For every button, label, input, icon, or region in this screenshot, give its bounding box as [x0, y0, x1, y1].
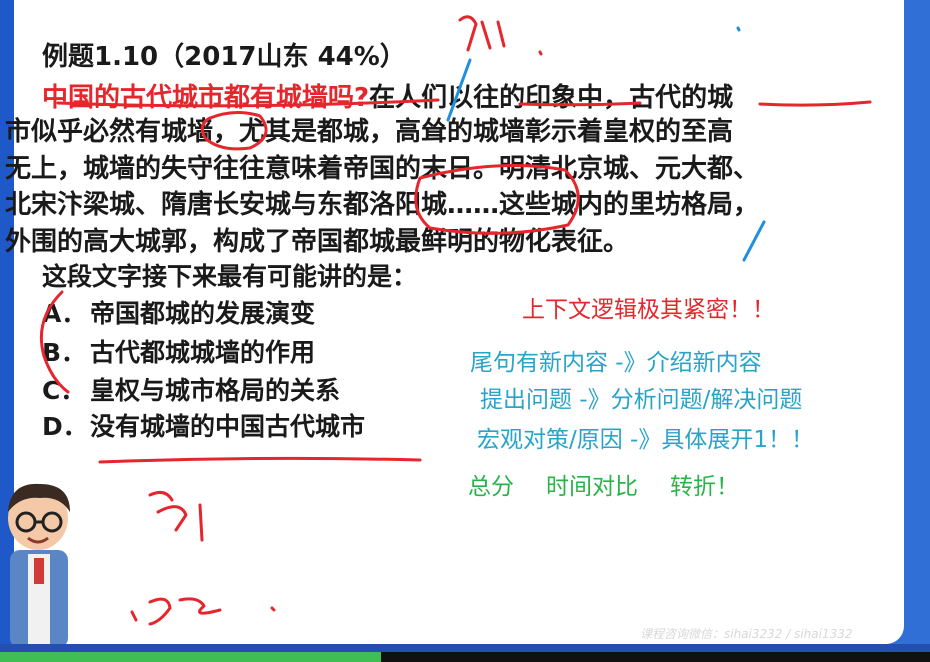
option-c-letter: C． [42, 376, 86, 405]
note-total-part: 总分 [468, 474, 514, 500]
option-a-letter: A． [42, 299, 87, 328]
passage-question: 中国的古代城市都有城墙吗? [42, 83, 370, 113]
passage-line-5: 外围的高大城郭，构成了帝国都城最鲜明的物化表征。 [5, 227, 630, 257]
note-time-compare: 时间对比 [546, 474, 638, 500]
option-d-text: 没有城墙的中国古代城市 [90, 412, 366, 441]
teacher-avatar [8, 483, 70, 648]
note-turn: 转折！ [670, 474, 739, 500]
note-problem-analysis: 提出问题 -》分析问题/解决问题 [480, 387, 803, 413]
option-d-letter: D． [42, 412, 88, 441]
note-logic-tight: 上下文逻辑极其紧密！！ [522, 297, 775, 323]
question-prompt: 这段文字接下来最有可能讲的是： [42, 262, 418, 291]
option-b[interactable]: B． 古代都城城墙的作用 [42, 333, 315, 369]
passage-line-1-rest: 在人们以往的印象中，古代的城 [369, 83, 734, 113]
passage-line-4: 北宋汴梁城、隋唐长安城与东都洛阳城……这些城内的里坊格局， [5, 190, 760, 220]
option-d[interactable]: D．没有城墙的中国古代城市 [42, 407, 365, 443]
passage-line-2: 市似乎必然有城墙，尤其是都城，高耸的城墙彰示着皇权的至高 [5, 117, 734, 147]
option-c[interactable]: C． 皇权与城市格局的关系 [42, 371, 340, 407]
note-new-content: 尾句有新内容 -》介绍新内容 [470, 350, 762, 376]
note-structure-types: 总分 时间对比 转折！ [468, 467, 771, 501]
question-title: 例题1.10（2017山东 44%） [42, 42, 406, 72]
video-progress-fill [0, 652, 382, 662]
option-c-text: 皇权与城市格局的关系 [90, 376, 341, 405]
option-a[interactable]: A． 帝国都城的发展演变 [42, 294, 315, 330]
passage-line-3: 无上，城墙的失守往往意味着帝国的末日。明清北京城、元大都、 [5, 154, 760, 184]
option-b-letter: B． [42, 338, 87, 367]
note-macro-specific: 宏观对策/原因 -》具体展开1！！ [477, 427, 814, 453]
option-b-text: 古代都城城墙的作用 [90, 338, 316, 367]
passage-line-1: 中国的古代城市都有城墙吗?在人们以往的印象中，古代的城 [42, 77, 733, 114]
video-progress-bar[interactable] [0, 652, 930, 662]
option-a-text: 帝国都城的发展演变 [90, 299, 316, 328]
contact-watermark: 课程咨询微信：sihai3232 / sihai1332 [640, 627, 853, 641]
